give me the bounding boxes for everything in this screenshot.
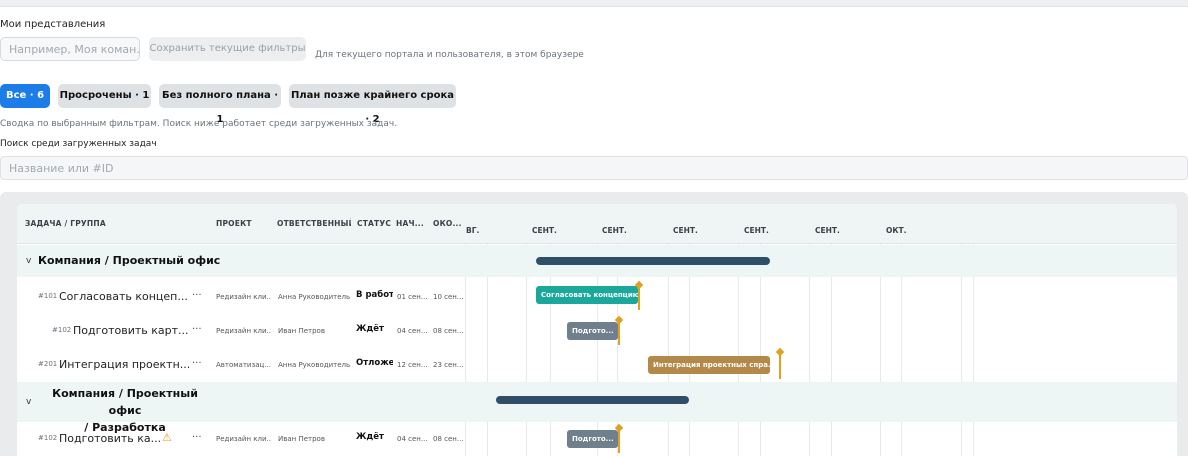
group-summary-bar <box>496 396 689 404</box>
search-label: Поиск среди загруженных задач <box>0 139 157 149</box>
task-bar[interactable]: Интеграция проектных спра... <box>648 356 770 374</box>
task-name[interactable]: Подготовить карт... <box>73 324 189 337</box>
timeline-label: ОКТ. <box>886 226 907 235</box>
task-start: 04 сен... <box>397 327 428 335</box>
task-assignee: Анна Руководитель <box>278 293 351 301</box>
table-row[interactable]: #102 Подготовить ка... ⚠ ··· Редизайн кл… <box>17 422 1177 456</box>
timeline-label: СЕНТ. <box>673 226 698 235</box>
filter-chip-all[interactable]: Все · 6 <box>0 84 50 108</box>
task-project: Редизайн кли... <box>216 435 271 443</box>
group-title-line: Компания / Проектный офис <box>52 387 198 417</box>
task-id: #101 <box>38 292 58 300</box>
task-name[interactable]: Интеграция проектн... <box>59 358 190 371</box>
timeline-label: ВГ. <box>466 226 480 235</box>
filter-chip-no-plan[interactable]: Без полного плана · 1 <box>159 84 281 125</box>
task-assignee: Иван Петров <box>278 327 325 335</box>
task-bar[interactable]: Подгото... <box>567 430 618 448</box>
gantt-header: ЗАДАЧА / ГРУППА ПРОЕКТ ОТВЕТСТВЕННЫЙ СТА… <box>17 204 1177 244</box>
task-project: Автоматизац... <box>216 361 271 369</box>
view-name-input[interactable]: Например, Моя коман... <box>0 37 140 61</box>
task-assignee: Иван Петров <box>278 435 325 443</box>
group-title: Компания / Проектный офис <box>38 254 221 267</box>
col-header-assignee[interactable]: ОТВЕТСТВЕННЫЙ <box>277 204 351 244</box>
status-badge[interactable]: В работе <box>353 290 393 300</box>
chevron-down-icon[interactable]: v <box>26 397 31 407</box>
task-name[interactable]: Согласовать концеп... <box>59 290 188 303</box>
table-row[interactable]: #201 Интеграция проектн... ··· Автоматиз… <box>17 347 1177 382</box>
timeline-label: СЕНТ. <box>602 226 627 235</box>
task-project: Редизайн кли... <box>216 293 271 301</box>
col-header-task[interactable]: ЗАДАЧА / ГРУППА <box>25 204 210 244</box>
task-bar[interactable]: Подгото... <box>567 322 618 340</box>
timeline-label: СЕНТ. <box>815 226 840 235</box>
col-header-status[interactable]: СТАТУС <box>357 204 393 244</box>
task-end: 08 сен... <box>433 327 463 335</box>
col-header-project[interactable]: ПРОЕКТ <box>216 204 271 244</box>
more-icon[interactable]: ··· <box>192 432 202 443</box>
task-assignee: Анна Руководитель <box>278 361 351 369</box>
col-header-start[interactable]: НАЧ... <box>396 204 430 244</box>
warning-triangle-icon: ⚠ <box>162 431 172 444</box>
task-id: #102 <box>52 326 72 334</box>
filter-chip-overdue[interactable]: Просрочены · 1 <box>58 84 151 108</box>
status-badge[interactable]: Отложена <box>353 358 393 368</box>
more-icon[interactable]: ··· <box>192 358 202 369</box>
views-label: Мои представления <box>0 19 106 30</box>
status-badge[interactable]: Ждёт <box>353 432 393 442</box>
table-row[interactable]: #101 Согласовать концеп... ··· Редизайн … <box>17 280 1177 314</box>
save-hint: Для текущего портала и пользователя, в э… <box>315 50 584 60</box>
more-icon[interactable]: ··· <box>192 290 202 301</box>
table-row[interactable]: #102 Подготовить карт... ··· Редизайн кл… <box>17 314 1177 348</box>
group-row[interactable]: v Компания / Проектный офис <box>17 245 1177 277</box>
task-end: 10 сен... <box>433 293 463 301</box>
task-name[interactable]: Подготовить ка... <box>59 432 161 445</box>
task-project: Редизайн кли... <box>216 327 271 335</box>
task-bar[interactable]: Согласовать концепцию... <box>536 286 638 304</box>
col-header-end[interactable]: ОКО... <box>433 204 463 244</box>
group-row[interactable]: v Компания / Проектный офис / Разработка <box>17 382 1177 434</box>
deadline-diamond-icon <box>775 347 785 357</box>
task-start: 01 сен... <box>397 293 428 301</box>
group-summary-bar <box>536 257 770 265</box>
status-badge[interactable]: Ждёт <box>353 324 393 334</box>
timeline-label: СЕНТ. <box>532 226 557 235</box>
task-id: #201 <box>38 360 58 368</box>
task-start: 04 сен... <box>397 435 428 443</box>
save-filters-button[interactable]: Сохранить текущие фильтры <box>149 37 306 61</box>
gantt-chart: ЗАДАЧА / ГРУППА ПРОЕКТ ОТВЕТСТВЕННЫЙ СТА… <box>17 204 1177 456</box>
more-icon[interactable]: ··· <box>192 324 202 335</box>
search-input[interactable]: Название или #ID <box>0 156 1188 180</box>
task-id: #102 <box>38 434 58 442</box>
top-bar <box>0 0 1188 7</box>
timeline-label: СЕНТ. <box>744 226 769 235</box>
filter-chip-late-plan[interactable]: План позже крайнего срока · 2 <box>289 84 456 125</box>
chevron-down-icon[interactable]: v <box>26 256 31 266</box>
filter-summary: Сводка по выбранным фильтрам. Поиск ниже… <box>0 119 398 129</box>
task-end: 23 сен... <box>433 361 463 369</box>
task-end: 08 сен... <box>433 435 463 443</box>
task-start: 12 сен... <box>397 361 428 369</box>
